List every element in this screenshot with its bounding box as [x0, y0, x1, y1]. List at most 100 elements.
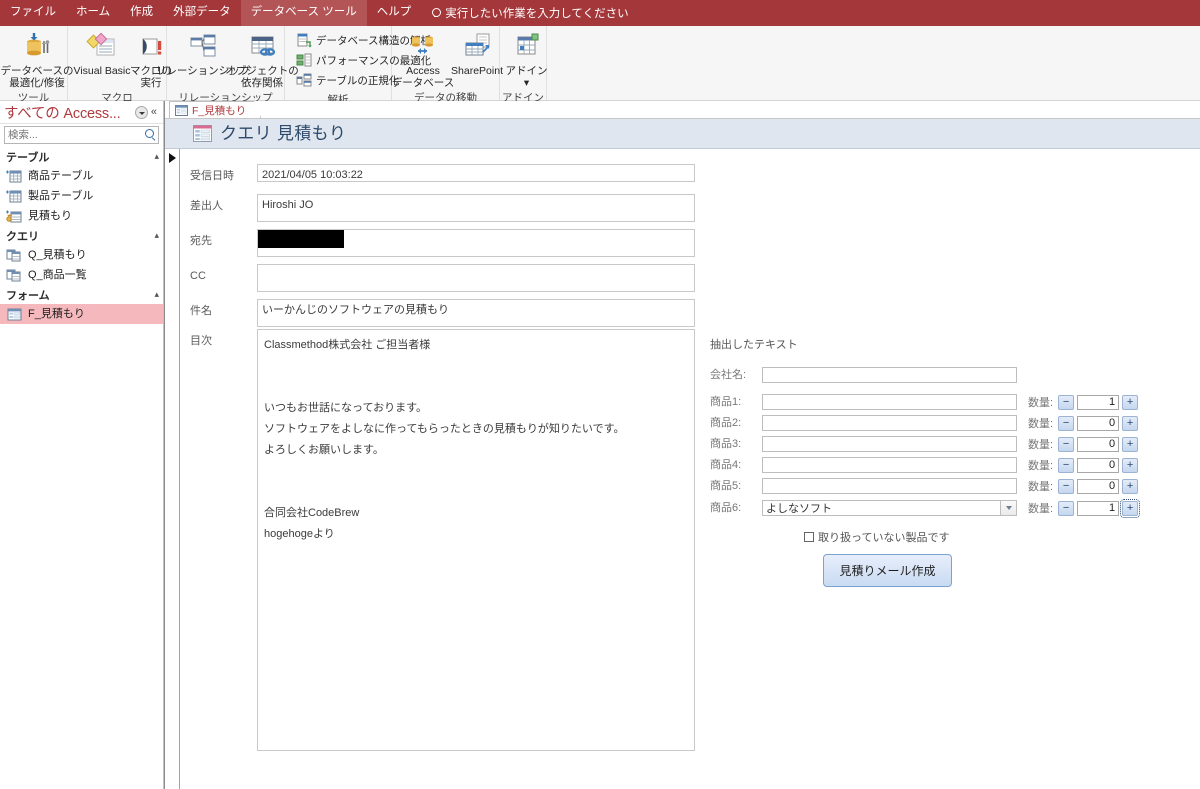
field-subject[interactable]: いーかんじのソフトウェアの見積もり — [257, 299, 695, 327]
sharepoint-button[interactable]: SharePoint — [449, 29, 505, 77]
collapse-pane-icon[interactable]: « — [151, 106, 160, 118]
nav-item-label: F_見積もり — [28, 307, 85, 320]
visual-basic-label: Visual Basic — [73, 65, 131, 77]
quantity-5-value[interactable] — [1077, 478, 1120, 494]
query-icon — [6, 268, 22, 283]
ribbon-tab-external-data[interactable]: 外部データ — [163, 0, 241, 26]
nav-item-q-shohin-ichiran[interactable]: Q_商品一覧 — [0, 265, 163, 285]
nav-group-label-forms: フォーム — [6, 289, 50, 302]
field-received-datetime[interactable]: 2021/04/05 10:03:22 — [257, 164, 695, 182]
quantity-5-decrement[interactable]: − — [1058, 478, 1075, 494]
quantity-1-value[interactable] — [1077, 394, 1120, 410]
quantity-2-decrement[interactable]: − — [1058, 415, 1075, 431]
quantity-5-increment[interactable]: + — [1122, 478, 1139, 494]
nav-group-label-tables: テーブル — [6, 151, 50, 164]
nav-group-header-tables[interactable]: テーブル ▴ — [0, 147, 163, 166]
product-5-label: 商品5: — [710, 479, 742, 492]
checkbox-icon[interactable] — [804, 532, 814, 542]
object-dependencies-button[interactable]: オブジェクトの 依存関係 — [225, 29, 299, 89]
company-name-input[interactable] — [762, 367, 1017, 383]
search-icon[interactable] — [144, 129, 156, 141]
quantity-6-increment[interactable]: + — [1120, 498, 1141, 518]
chevron-down-icon[interactable] — [1001, 500, 1017, 516]
nav-item-f-mitsumori[interactable]: F_見積もり — [0, 304, 163, 324]
ribbon-tab-home[interactable]: ホーム — [66, 0, 120, 26]
access-database-icon — [407, 31, 439, 63]
chevron-up-icon[interactable]: ▴ — [154, 290, 159, 299]
nav-group-header-forms[interactable]: フォーム ▴ — [0, 285, 163, 304]
product-2-input[interactable] — [762, 415, 1017, 431]
product-3-input[interactable] — [762, 436, 1017, 452]
addins-button[interactable]: アドイン ▾ — [505, 29, 548, 89]
create-quote-email-button[interactable]: 見積りメール作成 — [823, 554, 952, 587]
compact-repair-label: データベースの 最適化/修復 — [0, 65, 74, 89]
field-sender[interactable]: Hiroshi JO — [257, 194, 695, 222]
quantity-6-value[interactable] — [1077, 500, 1120, 516]
form-body: 受信日時 2021/04/05 10:03:22 差出人 Hiroshi JO … — [165, 149, 1200, 789]
chevron-down-icon[interactable] — [134, 105, 148, 119]
nav-item-seihin-table[interactable]: 製品テーブル — [0, 186, 163, 206]
form-icon — [6, 307, 22, 322]
product-6-combobox[interactable] — [762, 500, 1017, 516]
compact-repair-database-button[interactable]: データベースの 最適化/修復 — [1, 29, 74, 89]
quantity-2-value[interactable] — [1077, 415, 1120, 431]
ribbon-tab-database-tools[interactable]: データベース ツール — [240, 0, 367, 26]
nav-item-label: 商品テーブル — [28, 169, 94, 182]
field-body[interactable]: Classmethod株式会社 ご担当者様 いつもお世話になっております。 ソフ… — [257, 329, 695, 751]
visual-basic-button[interactable]: Visual Basic — [73, 29, 131, 77]
chevron-up-icon[interactable]: ▴ — [154, 231, 159, 240]
redaction-bar — [258, 230, 344, 248]
navigation-pane: すべての Access... « テーブル ▴ — [0, 101, 164, 789]
navigation-search-box[interactable] — [4, 126, 159, 144]
quantity-4-increment[interactable]: + — [1122, 457, 1139, 473]
nav-group-label-queries: クエリ — [6, 230, 39, 243]
quantity-1-increment[interactable]: + — [1122, 394, 1139, 410]
quantity-2-increment[interactable]: + — [1122, 415, 1139, 431]
document-tab-f-mitsumori[interactable]: F_見積もり — [169, 101, 261, 118]
quantity-4-decrement[interactable]: − — [1058, 457, 1075, 473]
product-4-input[interactable] — [762, 457, 1017, 473]
field-cc[interactable] — [257, 264, 695, 292]
quantity-3-decrement[interactable]: − — [1058, 436, 1075, 452]
ribbon-group-tools: データベースの 最適化/修復 ツール — [0, 26, 74, 104]
nav-item-shohin-table[interactable]: 商品テーブル — [0, 166, 163, 186]
product-5-input[interactable] — [762, 478, 1017, 494]
product-1-input[interactable] — [762, 394, 1017, 410]
quantity-3-value[interactable] — [1077, 436, 1120, 452]
extract-row-product-6: 商品6: 数量: − + — [710, 498, 1141, 518]
company-label: 会社名: — [710, 368, 747, 381]
extract-row-product-4: 商品4: 数量: − + — [710, 457, 1139, 473]
ribbon-tab-file[interactable]: ファイル — [0, 0, 66, 26]
addins-label: アドイン ▾ — [505, 65, 548, 89]
quantity-6-decrement[interactable]: − — [1058, 500, 1075, 516]
ribbon-tab-bar: ファイル ホーム 作成 外部データ データベース ツール ヘルプ 実行したい作業… — [0, 0, 1200, 26]
chevron-up-icon[interactable]: ▴ — [154, 152, 159, 161]
navigation-pane-title: すべての Access... — [4, 105, 121, 122]
field-label-subject: 件名 — [190, 305, 212, 317]
quantity-4-value[interactable] — [1077, 457, 1120, 473]
product-3-label: 商品3: — [710, 437, 742, 450]
nav-group-header-queries[interactable]: クエリ ▴ — [0, 226, 163, 245]
tell-me-box[interactable]: 実行したい作業を入力してください — [421, 0, 638, 26]
nav-item-label: Q_見積もり — [28, 248, 87, 261]
form-icon — [175, 105, 188, 116]
product-6-label: 商品6: — [710, 501, 742, 514]
run-macro-button[interactable]: マクロの 実行 — [130, 29, 172, 89]
access-database-button[interactable]: Access データベース — [392, 29, 454, 89]
extract-panel-title: 抽出したテキスト — [710, 339, 798, 351]
nav-item-mitsumori-table[interactable]: 見積もり — [0, 206, 163, 226]
quantity-3-increment[interactable]: + — [1122, 436, 1139, 452]
search-input[interactable] — [8, 129, 144, 141]
table-icon — [6, 189, 22, 204]
quantity-1-decrement[interactable]: − — [1058, 394, 1075, 410]
ribbon-tab-create[interactable]: 作成 — [120, 0, 163, 26]
navigation-pane-header: すべての Access... « — [0, 101, 163, 124]
unhandled-product-checkbox-row[interactable]: 取り扱っていない製品です — [804, 529, 949, 545]
quantity-2-label: 数量: — [1028, 418, 1054, 430]
ribbon-tab-help[interactable]: ヘルプ — [367, 0, 422, 26]
form-header: クエリ 見積もり — [165, 119, 1200, 149]
product-6-input[interactable] — [762, 500, 1001, 516]
lightbulb-icon — [431, 7, 442, 19]
nav-item-q-mitsumori[interactable]: Q_見積もり — [0, 245, 163, 265]
record-selector[interactable] — [165, 149, 180, 789]
